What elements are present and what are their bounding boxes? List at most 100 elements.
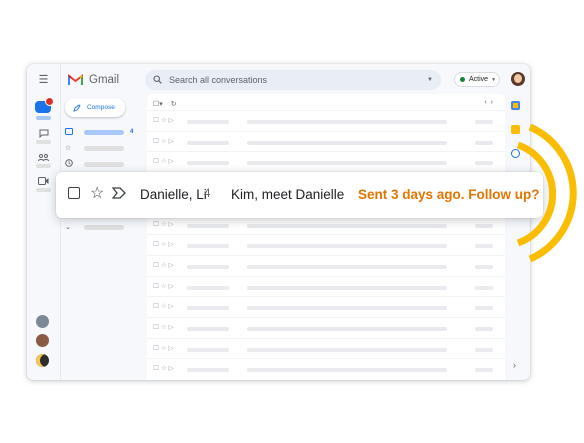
sender-placeholder (187, 306, 229, 311)
date-placeholder (475, 140, 493, 145)
sender-placeholder (187, 120, 229, 124)
sender-placeholder (187, 327, 229, 331)
inbox-count: 4 (130, 129, 134, 135)
row-controls-icon[interactable]: ☐☆▷ (153, 364, 176, 372)
table-row[interactable]: ☐☆▷ (147, 337, 505, 360)
sender-placeholder (187, 285, 229, 290)
gmail-window: ☰ Gmail Search all conversations ▼ Activ… (27, 64, 530, 380)
subject-placeholder (247, 264, 447, 269)
mail-badge (45, 97, 54, 106)
signal-arc-inner (516, 141, 557, 247)
date-placeholder (475, 264, 493, 269)
chat-label-placeholder (36, 140, 51, 144)
avatar[interactable] (36, 334, 49, 347)
signal-arcs (516, 123, 577, 263)
chevron-right-icon[interactable]: › (491, 99, 497, 106)
gmail-m-icon (68, 74, 83, 85)
pencil-icon (73, 103, 81, 112)
pager: ‹› (484, 99, 497, 106)
sender-placeholder (187, 223, 229, 228)
list-toolbar: ☐▾ ↻ (153, 100, 177, 108)
search-options-icon[interactable]: ▼ (427, 77, 433, 83)
sender-placeholder (187, 140, 229, 145)
subject-placeholder (247, 306, 447, 311)
sender-placeholder (187, 368, 229, 373)
row-controls-icon[interactable]: ☐☆▷ (153, 240, 176, 248)
refresh-icon[interactable]: ↻ (171, 101, 177, 108)
spaces-icon[interactable] (35, 150, 52, 164)
sidebar-item-snoozed[interactable] (65, 159, 124, 169)
row-controls-icon[interactable]: ☐☆▷ (153, 323, 176, 331)
table-row[interactable]: ☐☆▷ (147, 151, 505, 173)
avatar[interactable] (36, 354, 49, 367)
sidebar-label-placeholder (84, 145, 124, 151)
sender: Danielle, Li (140, 187, 207, 202)
left-rail: ☰ (27, 64, 61, 380)
gmail-logo[interactable]: Gmail (68, 74, 119, 86)
date-placeholder (475, 347, 493, 352)
search-bar[interactable]: Search all conversations ▼ (145, 70, 441, 90)
row-controls-icon[interactable]: ☐☆▷ (153, 282, 176, 290)
sender-placeholder (187, 244, 229, 249)
menu-icon[interactable]: ☰ (35, 72, 52, 86)
avatar[interactable] (36, 315, 49, 328)
label-arrow-icon[interactable] (112, 187, 126, 199)
sidebar-item-more[interactable]: ⌄ (65, 222, 124, 232)
search-placeholder: Search all conversations (169, 75, 268, 85)
subject-placeholder (247, 285, 447, 290)
table-row[interactable]: ☐☆▷ (147, 358, 505, 380)
subject-placeholder (247, 140, 447, 145)
row-checkbox[interactable] (68, 187, 80, 199)
chevron-right-icon[interactable]: › (513, 360, 516, 370)
table-row[interactable]: ☐☆▷ (147, 317, 505, 339)
subject-placeholder (247, 244, 447, 249)
status-selector[interactable]: Active ▼ (454, 72, 500, 87)
mail-label-placeholder (36, 116, 51, 120)
sidebar-label-placeholder (84, 161, 124, 167)
search-icon[interactable] (153, 74, 162, 86)
spaces-label-placeholder (36, 164, 51, 168)
subject-placeholder (247, 120, 447, 124)
row-controls-icon[interactable]: ☐☆▷ (153, 302, 176, 310)
subject-placeholder (247, 161, 447, 166)
sidebar-item-inbox[interactable]: 4 (65, 127, 133, 137)
subject-placeholder (247, 223, 447, 228)
select-all-checkbox[interactable]: ☐▾ (153, 101, 163, 108)
row-controls-icon[interactable]: ☐☆▷ (153, 137, 176, 145)
status-label: Active (469, 76, 489, 83)
clock-icon (65, 159, 75, 169)
row-controls-icon[interactable]: ☐☆▷ (153, 344, 176, 352)
inbox-icon (65, 127, 75, 137)
compose-label: Compose (87, 104, 115, 111)
table-row[interactable]: ☐☆▷ (147, 234, 505, 256)
date-placeholder (475, 244, 493, 249)
table-row[interactable]: ☐☆▷ (147, 110, 505, 132)
thread-count: 4 (204, 188, 211, 200)
date-placeholder (475, 306, 493, 311)
date-placeholder (475, 223, 493, 228)
row-controls-icon[interactable]: ☐☆▷ (153, 220, 176, 228)
table-row[interactable]: ☐☆▷ (147, 130, 505, 153)
star-icon: ☆ (65, 145, 72, 152)
sender-placeholder (187, 264, 229, 269)
sidebar-label-placeholder (84, 224, 124, 230)
meet-label-placeholder (36, 188, 51, 192)
compose-button[interactable]: Compose (65, 98, 125, 117)
table-row[interactable]: ☐☆▷ (147, 296, 505, 318)
subject: Kim, meet Danielle (231, 187, 345, 202)
chat-icon[interactable] (35, 126, 52, 140)
chevron-down-icon: ▼ (491, 76, 497, 83)
row-controls-icon[interactable]: ☐☆▷ (153, 116, 176, 124)
nudge-card[interactable]: ☆ Danielle, Li 4 Kim, meet Danielle Sent… (56, 172, 543, 218)
table-row[interactable]: ☐☆▷ (147, 275, 505, 298)
star-icon[interactable]: ☆ (90, 183, 104, 203)
date-placeholder (475, 327, 493, 331)
sender-placeholder (187, 161, 229, 166)
table-row[interactable]: ☐☆▷ (147, 254, 505, 277)
meet-icon[interactable] (35, 174, 52, 188)
row-controls-icon[interactable]: ☐☆▷ (153, 261, 176, 269)
sidebar-item-starred[interactable]: ☆ (65, 143, 124, 153)
calendar-icon[interactable] (511, 101, 520, 110)
subject-placeholder (247, 347, 447, 352)
row-controls-icon[interactable]: ☐☆▷ (153, 157, 176, 165)
